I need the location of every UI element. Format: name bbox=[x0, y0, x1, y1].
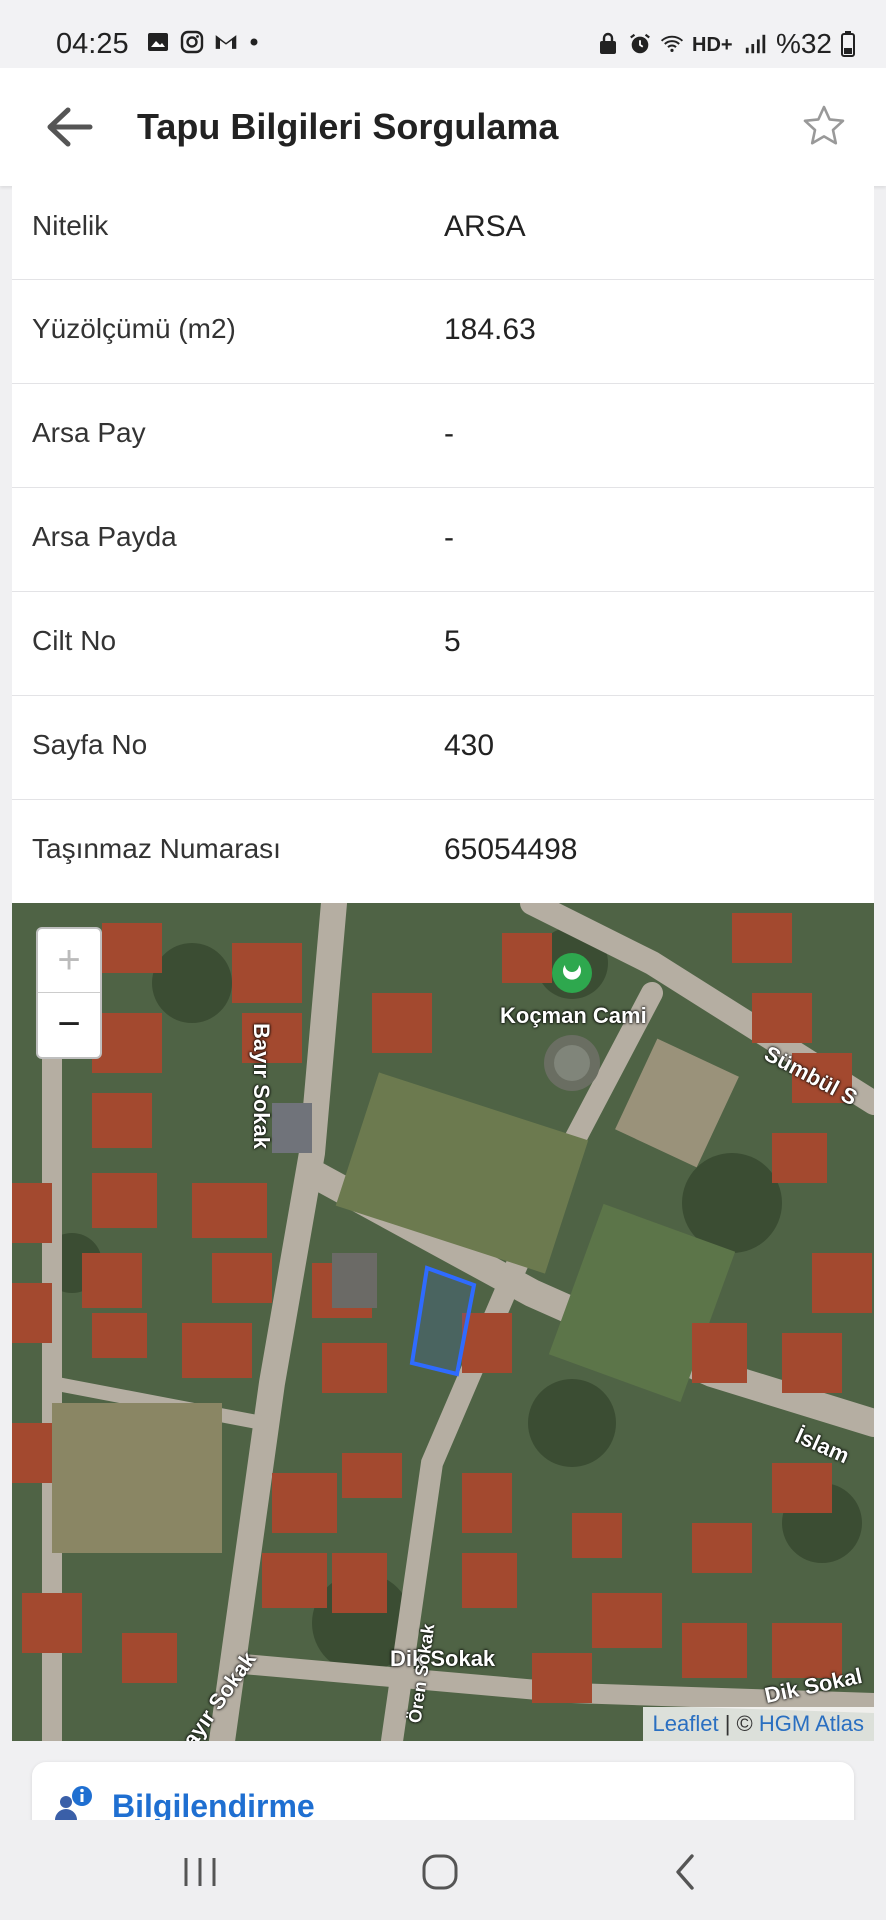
detail-value: 430 bbox=[444, 729, 495, 762]
detail-value: 184.63 bbox=[444, 313, 536, 346]
back-button[interactable] bbox=[40, 102, 100, 152]
detail-row-yuzolcumu: Yüzölçümü (m2) 184.63 bbox=[12, 279, 874, 384]
vpn-icon bbox=[596, 32, 620, 56]
detail-value: 5 bbox=[444, 625, 461, 658]
parcel-details: Nitelik ARSA Yüzölçümü (m2) 184.63 Arsa … bbox=[12, 186, 874, 903]
detail-row-tasinmaz-numarasi: Taşınmaz Numarası 65054498 bbox=[12, 799, 874, 903]
map-attribution: Leaflet | © HGM Atlas bbox=[642, 1707, 874, 1741]
battery-percent: %32 bbox=[775, 28, 832, 59]
gallery-icon bbox=[146, 30, 170, 54]
info-user-icon bbox=[55, 1786, 92, 1820]
detail-value: 65054498 bbox=[444, 833, 578, 866]
detail-row-arsa-payda: Arsa Payda - bbox=[12, 487, 874, 592]
notification-icons bbox=[146, 30, 260, 54]
detail-label: Nitelik bbox=[32, 210, 109, 241]
status-bar: 04:25 HD+ %32 bbox=[0, 0, 886, 68]
detail-label: Taşınmaz Numarası bbox=[32, 833, 281, 864]
svg-text:HD+: HD+ bbox=[692, 34, 733, 56]
leaflet-link[interactable]: Leaflet bbox=[653, 1711, 719, 1736]
map-label-street: Bayır Sokak bbox=[249, 1023, 274, 1149]
nav-back-button[interactable] bbox=[664, 1850, 708, 1894]
detail-row-nitelik: Nitelik ARSA bbox=[12, 186, 874, 280]
detail-value: ARSA bbox=[444, 210, 526, 243]
recent-apps-icon bbox=[184, 1858, 216, 1886]
page-title: Tapu Bilgileri Sorgulama bbox=[137, 106, 559, 147]
star-outline-icon bbox=[803, 105, 845, 145]
status-time: 04:25 bbox=[56, 28, 129, 60]
hgm-atlas-link[interactable]: HGM Atlas bbox=[759, 1711, 864, 1736]
detail-label: Sayfa No bbox=[32, 729, 148, 760]
map-imagery bbox=[12, 903, 874, 1741]
satellite-map[interactable]: + − Koçman Cami Bayır Sokak Sümbül S İsl… bbox=[12, 903, 874, 1741]
favorite-button[interactable] bbox=[800, 102, 848, 150]
dot-icon bbox=[248, 30, 260, 54]
hd-plus-icon: HD+ bbox=[692, 32, 736, 56]
detail-label: Yüzölçümü (m2) bbox=[32, 313, 236, 344]
back-icon bbox=[676, 1854, 694, 1890]
detail-row-arsa-pay: Arsa Pay - bbox=[12, 383, 874, 488]
zoom-control: + − bbox=[36, 927, 102, 1059]
alarm-icon bbox=[628, 32, 652, 56]
arrow-left-icon bbox=[47, 107, 93, 147]
home-icon bbox=[422, 1854, 458, 1890]
system-nav-bar bbox=[0, 1820, 886, 1920]
instagram-icon bbox=[180, 30, 204, 54]
attribution-separator: | © bbox=[718, 1711, 759, 1736]
signal-icon bbox=[744, 32, 768, 56]
recent-apps-button[interactable] bbox=[178, 1850, 222, 1894]
zoom-out-button[interactable]: − bbox=[38, 993, 100, 1056]
detail-label: Arsa Pay bbox=[32, 417, 146, 448]
detail-row-sayfa-no: Sayfa No 430 bbox=[12, 695, 874, 800]
detail-row-cilt-no: Cilt No 5 bbox=[12, 591, 874, 696]
system-icons: HD+ %32 bbox=[596, 28, 856, 60]
app-bar: Tapu Bilgileri Sorgulama bbox=[0, 68, 886, 186]
detail-value: - bbox=[444, 521, 454, 554]
detail-value: - bbox=[444, 417, 454, 450]
zoom-in-button[interactable]: + bbox=[38, 929, 100, 993]
map-label-street: Dik Sokak bbox=[390, 1646, 496, 1671]
detail-label: Arsa Payda bbox=[32, 521, 177, 552]
map-label-mosque: Koçman Cami bbox=[500, 1003, 647, 1028]
wifi-icon bbox=[660, 32, 684, 56]
battery-icon bbox=[840, 31, 856, 57]
detail-label: Cilt No bbox=[32, 625, 117, 656]
home-button[interactable] bbox=[418, 1850, 462, 1894]
gmail-icon bbox=[214, 30, 238, 54]
